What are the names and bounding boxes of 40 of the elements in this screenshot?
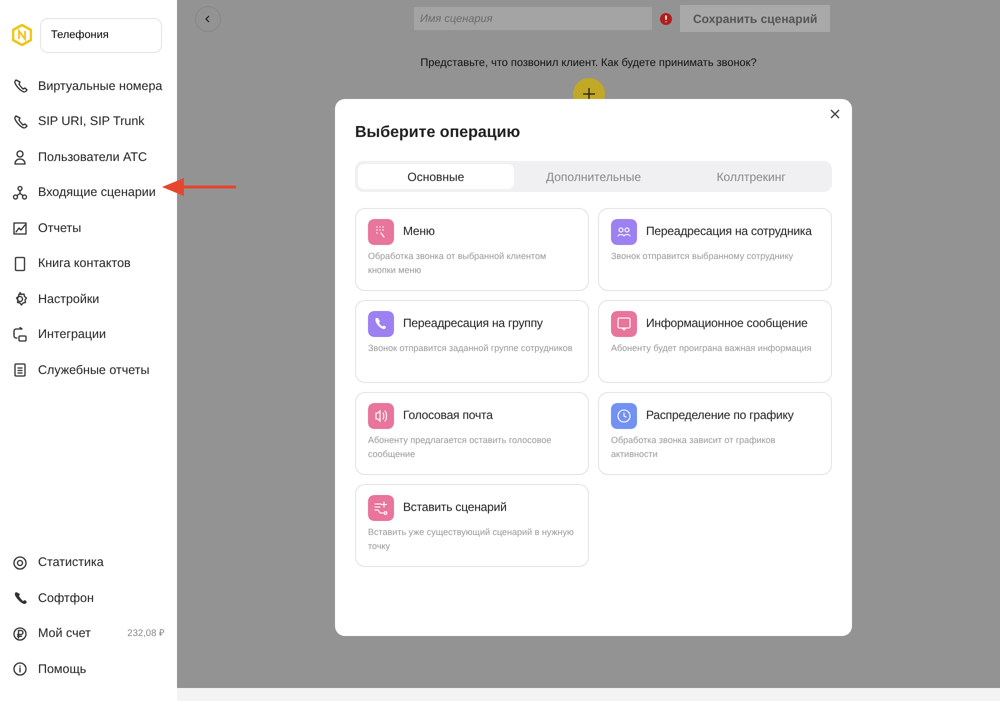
operation-card[interactable]: Информационное сообщение Абоненту будет проиграна важная информация — [598, 300, 832, 383]
sidebar-item[interactable]: Статистика — [38, 553, 104, 572]
sidebar-item[interactable]: Служебные отчеты — [38, 360, 150, 380]
operation-description: Обработка звонка от выбранной клиентом кнопки меню — [368, 250, 548, 277]
sidebar-item[interactable]: Пользователи АТС — [38, 148, 148, 167]
sidebar-item[interactable]: Отчеты — [38, 218, 82, 238]
sidebar-item[interactable]: Помощь — [38, 660, 86, 679]
operation-description: Обработка звонка зависит от графиков активности — [611, 434, 776, 461]
sidebar-item[interactable]: Виртуальные номера — [38, 76, 162, 96]
operation-title: Информационное сообщение — [646, 315, 808, 332]
section-select[interactable]: Телефония — [40, 18, 162, 52]
operation-description: Звонок отправится выбранному сотруднику — [611, 250, 794, 263]
operation-title: Переадресация на сотрудника — [646, 223, 812, 240]
sidebar-item[interactable]: Входящие сценарии — [38, 183, 156, 202]
operation-title: Вставить сценарий — [403, 499, 507, 516]
operation-title: Меню — [403, 223, 435, 240]
operation-title: Распределение по графику — [646, 407, 794, 424]
operation-description: Вставить уже существующий сценарий в нужную точку — [368, 526, 575, 553]
operation-card[interactable]: Меню Обработка звонка от выбранной клиентом кнопки меню — [355, 208, 589, 291]
sidebar-item[interactable]: Софтфон — [38, 588, 94, 608]
operation-card[interactable]: Распределение по графику Обработка звонка зависит от графиков активности — [598, 392, 832, 475]
operation-card[interactable]: Переадресация на группу Звонок отправится заданной группе сотрудников — [355, 300, 589, 383]
name-field[interactable]: Имя сценария — [414, 7, 652, 30]
sidebar-item[interactable]: Книга контактов — [38, 254, 131, 274]
operation-title: Голосовая почта — [403, 407, 493, 424]
tab[interactable]: Основные — [358, 164, 514, 189]
sidebar-item[interactable]: Мой счет — [38, 624, 91, 644]
operation-title: Переадресация на группу — [403, 315, 543, 332]
operation-description: Абоненту будет проиграна важная информация — [611, 342, 812, 355]
sidebar-item[interactable]: SIP URI, SIP Trunk — [38, 112, 145, 132]
sidebar-item[interactable]: Интеграции — [38, 325, 106, 344]
modal-title: Выберите операцию — [355, 123, 522, 143]
prompt-text: Представьте, что позвонил клиент. Как будете принимать звонок? — [419, 56, 758, 71]
operation-card[interactable]: Вставить сценарий Вставить уже существующий сценарий в нужную точку — [355, 484, 589, 567]
operation-card[interactable]: Голосовая почта Абоненту предлагается оставить голосовое сообщение — [355, 392, 589, 475]
sidebar-item[interactable]: Настройки — [38, 290, 100, 309]
operation-description: Абоненту предлагается оставить голосовое сообщение — [368, 434, 552, 461]
balance-value: 232,08 ₽ — [127, 626, 165, 641]
operation-description: Звонок отправится заданной группе сотрудников — [368, 342, 574, 355]
operation-card[interactable]: Переадресация на сотрудника Звонок отправится выбранному сотруднику — [598, 208, 832, 291]
